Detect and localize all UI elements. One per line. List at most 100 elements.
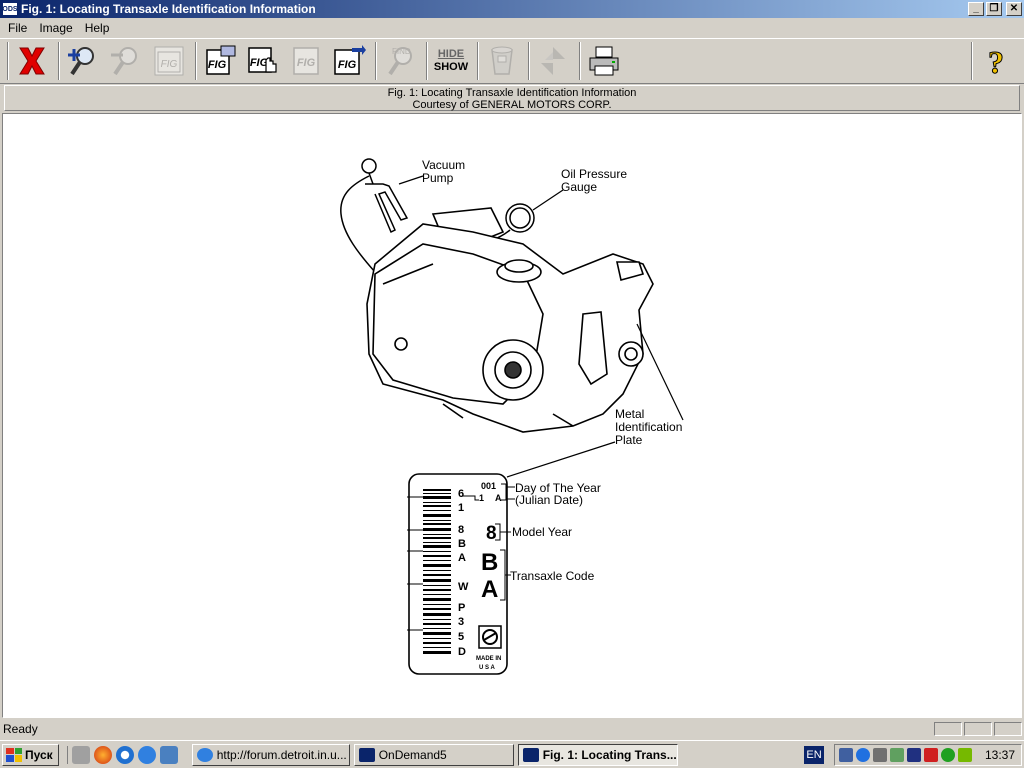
plate-a: A [495, 493, 502, 503]
restore-button[interactable]: ❐ [986, 2, 1002, 16]
svg-text:FIND: FIND [392, 47, 411, 56]
figure-select-button[interactable]: FIG [243, 41, 283, 81]
taskbar-item-figure[interactable]: Fig. 1: Locating Trans... [517, 743, 678, 766]
label-gauge: Gauge [561, 180, 597, 194]
caption-title: Fig. 1: Locating Transaxle Identificatio… [387, 87, 637, 99]
hide-show-button[interactable]: HIDE SHOW [431, 41, 471, 81]
label-pump: Pump [422, 171, 454, 185]
internet-explorer-icon[interactable] [137, 745, 156, 764]
usb-icon[interactable] [890, 748, 904, 762]
network-error-icon[interactable] [924, 748, 938, 762]
taskbar-item-ondemand[interactable]: OnDemand5 [353, 743, 514, 766]
language-indicator[interactable]: EN [804, 746, 824, 764]
plate-digit: W [458, 581, 469, 593]
clock: 13:37 [985, 748, 1016, 762]
toolbar-separator [971, 42, 973, 80]
find-button[interactable]: FIND [380, 41, 420, 81]
ods-app-icon [358, 747, 375, 762]
figure-list-button[interactable]: FIG [200, 41, 240, 81]
refresh-app-icon[interactable] [159, 745, 178, 764]
plate-digit: B [458, 538, 466, 550]
system-tray: 13:37 [834, 744, 1022, 766]
zoom-in-button[interactable] [63, 41, 103, 81]
refresh-button[interactable] [533, 41, 573, 81]
close-figure-button[interactable] [12, 41, 52, 81]
toolbar-separator [375, 42, 377, 80]
plate-digit: A [458, 552, 466, 564]
status-green-icon[interactable] [941, 748, 955, 762]
task-label: OnDemand5 [378, 747, 447, 762]
zoom-in-icon [68, 47, 94, 76]
print-button[interactable] [584, 41, 624, 81]
zoom-out-button[interactable] [106, 41, 146, 81]
plate-usa: U S A [479, 665, 495, 671]
identification-plate: 6 1 8 B A W P 3 5 D 001 1 A 8 B A MADE I… [407, 473, 508, 675]
toolbar-separator [7, 42, 9, 80]
ods-app-icon [522, 747, 539, 762]
status-pane [994, 722, 1022, 736]
plate-digit: D [458, 646, 466, 658]
antivirus-icon[interactable] [907, 748, 921, 762]
status-bar: Ready [0, 720, 1024, 738]
plate-digit: 1 [458, 502, 464, 514]
label-transaxle-code: Transaxle Code [510, 569, 595, 583]
figure-viewer[interactable]: Vacuum Pump Oil Pressure Gauge Metal Ide… [2, 113, 1022, 718]
caption-courtesy: Courtesy of GENERAL MOTORS CORP. [412, 99, 612, 111]
nvidia-icon[interactable] [958, 748, 972, 762]
fig-page-icon: FIG [154, 46, 184, 76]
menu-bar: File Image Help [0, 18, 1024, 38]
svg-text:FIG: FIG [161, 59, 178, 70]
fig-hand-icon: FIG [248, 47, 277, 73]
previous-figure-button[interactable]: FIG [286, 41, 326, 81]
start-button[interactable]: Пуск [2, 743, 59, 766]
plate-digit: 6 [458, 488, 464, 500]
minimize-button[interactable]: _ [968, 2, 984, 16]
label-vacuum: Vacuum [422, 158, 465, 172]
label-metal: Metal [615, 407, 644, 421]
toolbar-separator [195, 42, 197, 80]
plate-digit: 3 [458, 616, 464, 628]
volume-icon[interactable] [873, 748, 887, 762]
gm-logo-icon [478, 625, 502, 649]
menu-help[interactable]: Help [79, 21, 116, 35]
fig-list-icon: FIG [206, 45, 236, 75]
calendar-icon[interactable] [71, 745, 90, 764]
close-button[interactable]: ✕ [1006, 2, 1022, 16]
title-bar: ODS Fig. 1: Locating Transaxle Identific… [0, 0, 1024, 18]
windows-flag-icon [6, 747, 22, 762]
help-button[interactable]: ? [976, 41, 1016, 81]
app-icon: ODS [2, 2, 18, 16]
menu-image[interactable]: Image [33, 21, 78, 35]
status-pane [964, 722, 992, 736]
plate-big-b: B [481, 549, 498, 576]
bucket-button[interactable] [482, 41, 522, 81]
menu-file[interactable]: File [2, 21, 33, 35]
fig-next-icon: FIG [334, 45, 366, 75]
next-figure-button[interactable]: FIG [329, 41, 369, 81]
fit-figure-button[interactable]: FIG [149, 41, 189, 81]
plate-digit: 8 [458, 524, 464, 536]
power-icon[interactable] [856, 748, 870, 762]
task-label: http://forum.detroit.in.u... [216, 747, 347, 762]
svg-text:FIG: FIG [208, 59, 227, 71]
label-model-year: Model Year [512, 525, 572, 539]
plate-digit: P [458, 602, 465, 614]
media-player-icon[interactable] [115, 745, 134, 764]
toolbar: FIG FIG FIG FIG FIG FIND HIDE SHOW ? [0, 38, 1024, 84]
taskbar-item-browser[interactable]: http://forum.detroit.in.u... [191, 743, 350, 766]
plate-big-a: A [481, 576, 498, 603]
internet-explorer-icon [196, 747, 213, 762]
toolbar-separator [58, 42, 60, 80]
toolbar-separator [528, 42, 530, 80]
network-icon[interactable] [839, 748, 853, 762]
printer-icon [589, 46, 619, 76]
show-label: SHOW [433, 61, 469, 73]
firefox-icon[interactable] [93, 745, 112, 764]
start-label: Пуск [25, 747, 53, 762]
question-mark-icon: ? [988, 44, 1005, 78]
red-x-icon [19, 47, 45, 75]
plate-made-in: MADE IN [476, 656, 501, 662]
transaxle-diagram: Vacuum Pump Oil Pressure Gauge Metal Ide… [340, 158, 684, 675]
toolbar-separator [477, 42, 479, 80]
label-plate: Plate [615, 433, 643, 447]
